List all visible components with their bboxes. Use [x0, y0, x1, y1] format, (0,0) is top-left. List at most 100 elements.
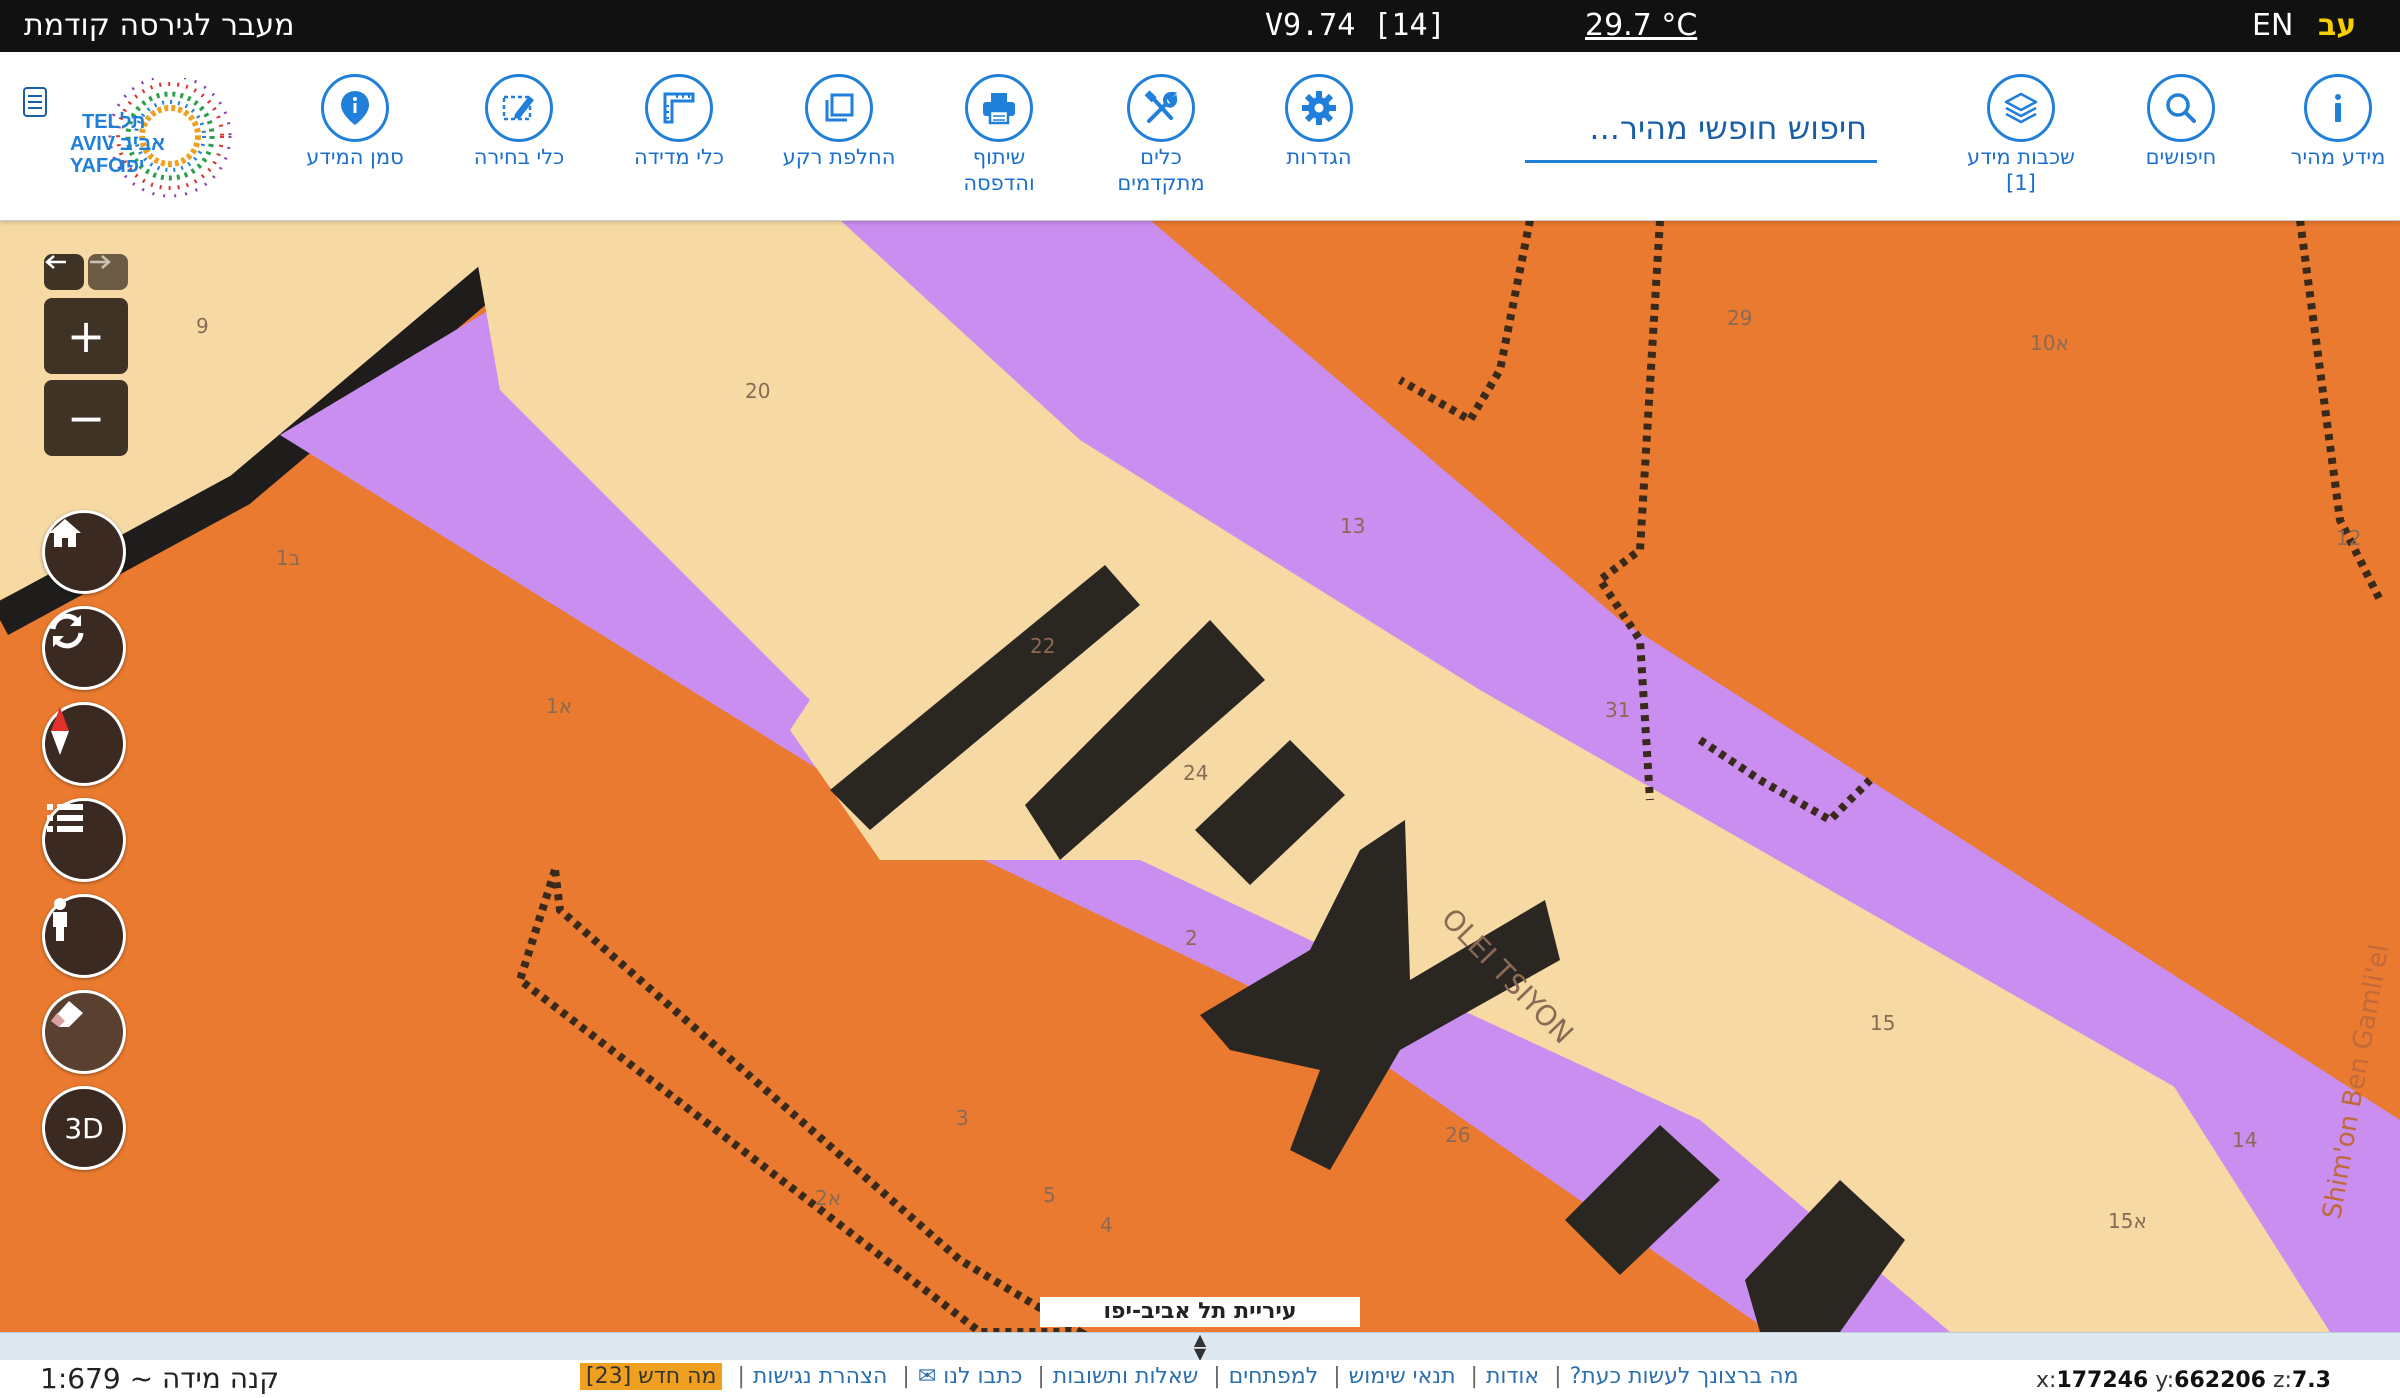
- legend-list-button[interactable]: [42, 798, 126, 882]
- zoom-out-button[interactable]: −: [44, 380, 128, 456]
- settings-label: הגדרות: [1286, 145, 1352, 169]
- layers-label: שכבות מידע [1]: [1967, 145, 2075, 195]
- parcel-label-1a: 1א: [546, 694, 572, 718]
- quick-info-label: מידע מהיר: [2290, 145, 2386, 169]
- advanced-tools-label: כלים מתקדמים: [1117, 145, 1205, 195]
- footer-link-faq[interactable]: שאלות ותשובות: [1053, 1364, 1198, 1389]
- parcel-label-14: 14: [2232, 1128, 2257, 1152]
- footer-link-what-now[interactable]: מה ברצונך לעשות כעת?: [1570, 1364, 1799, 1389]
- clear-eraser-button[interactable]: [42, 990, 126, 1074]
- settings-button[interactable]: הגדרות: [1244, 74, 1394, 170]
- info-marker-button[interactable]: סמן המידע: [280, 74, 430, 170]
- ruler-icon: [645, 74, 713, 142]
- map-scale-label: קנה מידה ~ 1:679: [40, 1362, 280, 1395]
- zoom-in-button[interactable]: +: [44, 298, 128, 374]
- panel-splitter[interactable]: ▲ ▼: [0, 1332, 2400, 1362]
- parcel-label-31: 31: [1605, 698, 1630, 722]
- resize-handle-icon[interactable]: ▲ ▼: [1187, 1332, 1213, 1362]
- parcel-label-3: 3: [956, 1106, 969, 1130]
- searches-button[interactable]: חיפושים: [2106, 74, 2256, 170]
- footer-link-developers[interactable]: למפתחים: [1229, 1364, 1319, 1389]
- street-view-button[interactable]: [42, 894, 126, 978]
- selection-tools-button[interactable]: כלי בחירה: [444, 74, 594, 170]
- info-icon: [2304, 74, 2372, 142]
- share-print-button[interactable]: שיתוף והדפסה: [924, 74, 1074, 196]
- footer-link-terms[interactable]: תנאי שימוש: [1349, 1364, 1456, 1389]
- history-forward-button[interactable]: [88, 254, 128, 290]
- selection-tools-label: כלי בחירה: [473, 145, 565, 169]
- map-layers: 9 20 29 10א 13 12 1ב 22 31 1א 24 2 15 3 …: [0, 220, 2400, 1332]
- footer-link-about[interactable]: אודות: [1486, 1364, 1539, 1389]
- compass-button[interactable]: [42, 702, 126, 786]
- quick-info-button[interactable]: מידע מהיר: [2263, 74, 2400, 170]
- parcel-label-9: 9: [196, 314, 209, 338]
- pegman-icon: [53, 898, 67, 941]
- refresh-icon: [50, 613, 84, 649]
- logo-text-tel: TEL: [82, 111, 120, 133]
- parcel-label-29: 29: [1727, 306, 1752, 330]
- basemap-switch-label: החלפת רקע: [782, 145, 896, 169]
- parcel-label-24: 24: [1183, 761, 1208, 785]
- language-hebrew-button[interactable]: עב: [2318, 6, 2356, 46]
- logo-text-aviv: AVIV: [70, 133, 116, 155]
- footer-link-contact[interactable]: כתבו לנו ✉: [918, 1364, 1023, 1389]
- quick-search-box: [1525, 102, 1877, 163]
- quick-search-input[interactable]: [1525, 102, 1869, 154]
- logo-text-tel-he: תל: [120, 111, 145, 133]
- footer-links: מה ברצונך לעשות כעת?| אודות| תנאי שימוש|…: [580, 1363, 1799, 1390]
- x-value: 177246: [2056, 1368, 2149, 1393]
- three-d-button[interactable]: 3D: [42, 1086, 126, 1170]
- version-label: V9.74 [14]: [1265, 8, 1446, 43]
- top-bar: מעבר לגירסה קודמת V9.74 [14] 29.7 °C EN …: [0, 0, 2400, 52]
- whats-new-badge[interactable]: מה חדש [23]: [580, 1363, 723, 1390]
- home-icon: [49, 519, 81, 547]
- map-canvas[interactable]: 9 20 29 10א 13 12 1ב 22 31 1א 24 2 15 3 …: [0, 220, 2400, 1332]
- parcel-label-2a: 2א: [815, 1186, 841, 1210]
- searches-label: חיפושים: [2145, 145, 2217, 169]
- share-print-label: שיתוף והדפסה: [963, 145, 1035, 195]
- layers-copy-icon: [805, 74, 873, 142]
- temperature-link[interactable]: 29.7 °C: [1585, 6, 1697, 46]
- measure-tools-button[interactable]: כלי מדידה: [604, 74, 754, 170]
- footer-link-accessibility[interactable]: הצהרת נגישות: [753, 1364, 888, 1389]
- y-value: 662206: [2174, 1368, 2266, 1393]
- history-back-button[interactable]: [44, 254, 84, 290]
- z-label: z:: [2273, 1368, 2292, 1393]
- z-value: 7.3: [2291, 1368, 2331, 1393]
- parcel-label-4: 4: [1100, 1213, 1113, 1237]
- layers-button[interactable]: שכבות מידע [1]: [1946, 74, 2096, 196]
- map-pin-icon: [321, 74, 389, 142]
- city-attribution-label: עיריית תל אביב-יפו: [1040, 1297, 1360, 1327]
- parcel-label-26: 26: [1445, 1123, 1470, 1147]
- search-icon: [2147, 74, 2215, 142]
- basemap-switch-button[interactable]: החלפת רקע: [764, 74, 914, 170]
- language-english-button[interactable]: EN: [2252, 6, 2293, 46]
- measure-tools-label: כלי מדידה: [633, 145, 725, 169]
- parcel-label-2: 2: [1185, 926, 1198, 950]
- compass-icon: [51, 707, 69, 755]
- advanced-tools-button[interactable]: כלים מתקדמים: [1086, 74, 1236, 196]
- status-bar: קנה מידה ~ 1:679 מה ברצונך לעשות כעת?| א…: [0, 1360, 2400, 1398]
- logo-text-aviv-he: אביב: [120, 133, 165, 155]
- parcel-label-15a: 15א: [2108, 1209, 2147, 1233]
- parcel-label-20: 20: [745, 379, 770, 403]
- previous-version-link[interactable]: מעבר לגירסה קודמת: [24, 6, 295, 46]
- parcel-label-22: 22: [1030, 634, 1055, 658]
- main-toolbar: TEL AVIV YAFO תל אביב יפו סמן המידע כלי …: [0, 52, 2400, 221]
- list-icon: [47, 804, 83, 832]
- y-label: y:: [2155, 1368, 2175, 1393]
- parcel-label-15: 15: [1870, 1011, 1895, 1035]
- parcel-label-12: 12: [2336, 526, 2361, 550]
- tel-aviv-yafo-logo: TEL AVIV YAFO תל אביב יפו: [22, 74, 252, 198]
- arrow-left-icon: [45, 255, 66, 269]
- arrow-right-icon: [90, 255, 111, 269]
- city-emblem-icon: [23, 87, 47, 117]
- x-label: x:: [2036, 1368, 2057, 1393]
- parcel-label-13: 13: [1340, 514, 1365, 538]
- logo-text-yafo-he: יפו: [120, 155, 145, 177]
- home-button[interactable]: [42, 510, 126, 594]
- gear-icon: [1285, 74, 1353, 142]
- coordinates-readout: x:177246 y:662206 z:7.3: [2036, 1368, 2331, 1393]
- tools-wrench-hammer-icon: [1127, 74, 1195, 142]
- refresh-button[interactable]: [42, 606, 126, 690]
